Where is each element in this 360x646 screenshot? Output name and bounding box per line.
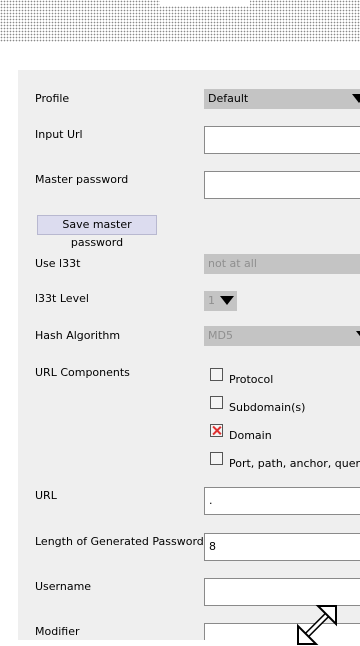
input-url-label: Input Url: [35, 128, 83, 141]
protocol-option-label: Protocol: [229, 373, 274, 386]
protocol-checkbox[interactable]: [210, 368, 223, 381]
use-l33t-select[interactable]: not at all: [204, 254, 360, 274]
username-label: Username: [35, 580, 92, 593]
use-l33t-value: not at all: [208, 257, 257, 270]
profile-select[interactable]: Default: [204, 89, 360, 109]
hash-algorithm-label: Hash Algorithm: [35, 329, 121, 342]
input-url-field[interactable]: [204, 126, 360, 154]
url-field[interactable]: .: [204, 487, 360, 515]
url-label: URL: [35, 489, 57, 502]
hash-algorithm-value: MD5: [208, 329, 233, 342]
l33t-level-label: l33t Level: [35, 292, 89, 305]
master-password-field[interactable]: [204, 171, 360, 199]
modifier-label: Modifier: [35, 625, 80, 638]
domain-checkbox[interactable]: [210, 424, 223, 437]
profile-label: Profile: [35, 92, 70, 105]
hash-algorithm-select[interactable]: MD5: [204, 326, 360, 346]
master-password-label: Master password: [35, 173, 129, 186]
username-field[interactable]: [204, 578, 360, 606]
domain-option-label: Domain: [229, 429, 272, 442]
header-gap: [160, 0, 250, 6]
chevron-down-icon: [356, 331, 360, 340]
use-l33t-label: Use l33t: [35, 257, 81, 270]
settings-panel: Profile Default Input Url Master passwor…: [18, 70, 360, 640]
chevron-down-icon: [220, 296, 234, 305]
subdomains-option-label: Subdomain(s): [229, 401, 306, 414]
port-path-checkbox[interactable]: [210, 452, 223, 465]
password-length-field[interactable]: 8: [204, 533, 360, 561]
l33t-level-value: 1: [208, 294, 215, 307]
l33t-level-select[interactable]: 1: [204, 291, 237, 311]
url-components-label: URL Components: [35, 366, 130, 379]
chevron-down-icon: [352, 94, 360, 103]
dithered-header-area: [0, 0, 360, 42]
profile-value: Default: [208, 92, 249, 105]
port-path-option-label: Port, path, anchor, query pa: [229, 457, 360, 470]
subdomains-checkbox[interactable]: [210, 396, 223, 409]
save-master-password-button[interactable]: Save master password: [37, 215, 157, 249]
password-length-label: Length of Generated Password: [35, 535, 204, 548]
